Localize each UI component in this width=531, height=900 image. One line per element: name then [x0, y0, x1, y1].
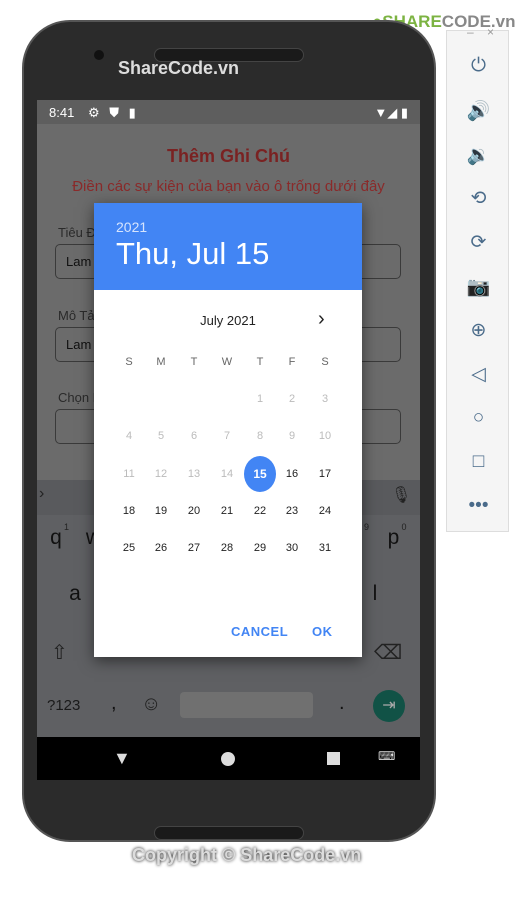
watermark-top: ShareCode.vn — [118, 58, 240, 78]
wifi-icon: ▼ — [374, 105, 388, 120]
calendar-day[interactable]: 19 — [145, 493, 177, 529]
space-bar[interactable] — [180, 692, 313, 718]
calendar-day: 13 — [187, 467, 201, 480]
calendar-day: 10 — [318, 430, 332, 443]
status-time: 8:41 — [49, 105, 75, 120]
selected-year[interactable]: 2021 — [116, 219, 147, 235]
calendar-day[interactable]: 17 — [309, 456, 341, 492]
description-label: Mô Tả — [58, 308, 95, 323]
microphone-icon[interactable]: 🎙 — [391, 485, 411, 505]
calendar-day[interactable]: 26 — [145, 530, 177, 566]
weekday-label: F — [288, 356, 296, 368]
comma-key[interactable]: , — [111, 692, 117, 715]
calendar-day: 5 — [157, 430, 165, 443]
calendar-day[interactable]: 30 — [276, 530, 308, 566]
calendar-day[interactable]: 22 — [244, 493, 276, 529]
calendar-day: 9 — [288, 430, 296, 443]
calendar-day[interactable]: 18 — [113, 493, 145, 529]
calendar-day[interactable]: 16 — [276, 456, 308, 492]
weekday-label: M — [156, 356, 166, 368]
key-a[interactable]: a — [60, 582, 90, 606]
zoom-icon[interactable]: ⊕ — [447, 319, 510, 342]
more-icon[interactable]: ••• — [447, 495, 510, 517]
shield-icon: ⛊ — [109, 105, 119, 120]
key-hint: 1 — [64, 522, 70, 532]
back-icon[interactable]: ▼ — [113, 748, 131, 769]
cancel-button[interactable]: CANCEL — [231, 624, 288, 639]
key-hint: 9 — [364, 522, 370, 532]
power-icon[interactable]: ⏻ — [447, 55, 510, 77]
close-button[interactable]: × — [487, 25, 494, 39]
calendar-day: 8 — [256, 430, 264, 443]
calendar-day[interactable]: 20 — [178, 493, 210, 529]
period-key[interactable]: . — [339, 692, 345, 715]
gear-icon: ⚙ — [87, 105, 100, 120]
navigation-bar: ▼ ⌨ — [37, 737, 420, 780]
page-subtitle: Điền các sự kiện của bạn vào ô trống dướ… — [72, 178, 385, 195]
home-icon[interactable]: ○ — [447, 407, 510, 429]
weekday-label: W — [221, 356, 233, 368]
date-picker-header: 2021 Thu, Jul 15 — [94, 203, 362, 290]
calendar-day[interactable]: 28 — [211, 530, 243, 566]
overview-icon[interactable] — [327, 752, 340, 765]
battery-icon: ▮ — [400, 105, 408, 120]
rotate-left-icon[interactable]: ⟲ — [447, 187, 510, 210]
status-bar: 8:41 ⚙ ⛊ ▮ ▼◢ ▮ — [37, 100, 420, 124]
key-l[interactable]: l — [360, 582, 390, 606]
calendar-day[interactable]: 21 — [211, 493, 243, 529]
weekday-label: T — [190, 356, 198, 368]
calendar-day: 4 — [125, 430, 133, 443]
calendar-day[interactable]: 31 — [309, 530, 341, 566]
calendar-day: 1 — [256, 393, 264, 405]
emulator-toolbar: – × ⏻ 🔊 🔉 ⟲ ⟳ 📷 ⊕ ◁ ○ □ ••• — [446, 25, 510, 532]
calendar-day: 2 — [288, 393, 296, 405]
selected-date: Thu, Jul 15 — [116, 236, 270, 271]
weekday-label: S — [321, 356, 329, 368]
front-camera — [94, 50, 104, 60]
expand-chevron-icon[interactable]: › — [39, 485, 44, 503]
calendar-day[interactable]: 29 — [244, 530, 276, 566]
enter-next-button[interactable]: ⇥ — [373, 690, 405, 722]
system-icons: ▼◢ ▮ — [374, 105, 408, 121]
next-month-chevron-icon[interactable]: › — [318, 308, 325, 331]
calendar-day: 6 — [190, 430, 198, 443]
shift-icon[interactable]: ⇧ — [51, 640, 68, 665]
keyboard-switch-icon[interactable]: ⌨ — [378, 749, 395, 763]
selected-day[interactable]: 15 — [244, 455, 276, 492]
back-icon[interactable]: ◁ — [447, 363, 510, 386]
calendar-day: 7 — [223, 430, 231, 443]
camera-icon[interactable]: 📷 — [447, 275, 510, 299]
emoji-icon[interactable]: ☺ — [141, 693, 161, 716]
calendar-day: 14 — [220, 467, 234, 480]
calendar-day[interactable]: 25 — [113, 530, 145, 566]
calendar-day: 3 — [321, 393, 329, 405]
weekday-label: T — [256, 356, 264, 368]
bottom-speaker — [154, 826, 304, 840]
calendar-day[interactable]: 23 — [276, 493, 308, 529]
home-icon[interactable] — [221, 752, 235, 766]
symbols-key[interactable]: ?123 — [47, 697, 80, 714]
sd-card-icon: ▮ — [128, 105, 136, 120]
signal-icon: ◢ — [387, 105, 398, 120]
ok-button[interactable]: OK — [312, 624, 333, 639]
minimize-button[interactable]: – — [467, 25, 474, 39]
weekday-label: S — [125, 356, 133, 368]
date-picker-dialog: 2021 Thu, Jul 15 July 2021 › CANCEL OK S… — [94, 203, 362, 657]
key-hint: 0 — [401, 522, 407, 532]
overview-icon[interactable]: □ — [447, 451, 510, 473]
calendar-day: 12 — [154, 467, 168, 480]
calendar-day: 11 — [123, 467, 135, 480]
calendar-day[interactable]: 27 — [178, 530, 210, 566]
backspace-icon[interactable]: ⌫ — [374, 640, 402, 665]
volume-up-icon[interactable]: 🔊 — [447, 99, 510, 123]
rotate-right-icon[interactable]: ⟳ — [447, 231, 510, 254]
calendar-day[interactable]: 24 — [309, 493, 341, 529]
volume-down-icon[interactable]: 🔉 — [447, 143, 510, 167]
watermark-bottom: Copyright © ShareCode.vn — [132, 845, 362, 865]
page-title: Thêm Ghi Chú — [167, 146, 290, 166]
